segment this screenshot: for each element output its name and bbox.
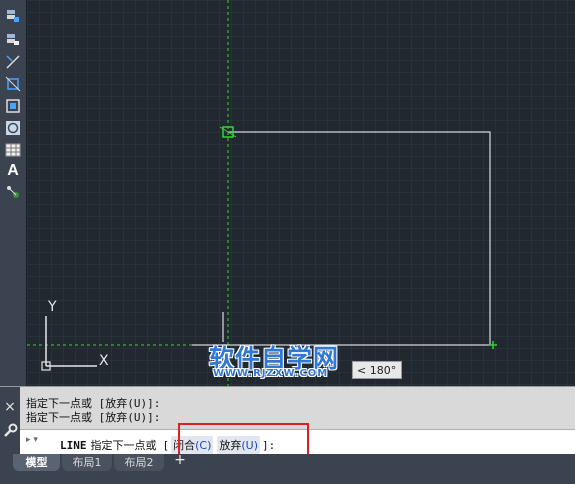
text-icon[interactable]: A [3,161,23,180]
drawing-area: Y X [27,0,497,386]
zoom-extents-icon[interactable] [3,74,23,93]
command-history: 指定下一点或 [放弃(U)]: 指定下一点或 [放弃(U)]: [26,397,160,425]
history-line: 指定下一点或 [放弃(U)]: [26,411,161,424]
tab-layout2[interactable]: 布局2 [114,454,164,471]
line-icon[interactable] [3,52,23,71]
ucs-icon: Y X [41,299,109,371]
zoom-window-icon[interactable] [3,96,23,115]
prompt-message: 指定下一点或 [90,439,157,452]
drawing-canvas[interactable]: Y X [27,0,575,386]
options-highlight-box [178,423,309,458]
drawn-line-path [227,131,491,346]
watermark-sub-text: WWW.RJZXW.COM [213,368,329,379]
history-line: 指定下一点或 [放弃(U)]: [26,397,161,410]
svg-text:X: X [99,353,109,369]
table-icon[interactable] [3,140,23,159]
layer-state-icon[interactable] [3,29,23,48]
watermark-logo: 软件自学网 WWW.RJZXW.COM [209,339,355,383]
dimension-icon[interactable] [3,182,23,201]
option-open-bracket: [ [162,438,170,452]
tab-model[interactable]: 模型 [13,454,60,471]
circle-icon[interactable] [3,118,23,137]
wrench-icon[interactable] [2,423,18,439]
tab-layout1[interactable]: 布局1 [62,454,112,471]
layer-properties-icon[interactable] [3,6,23,25]
command-name: LINE [60,438,87,452]
command-line-handle: × [0,387,20,455]
layout-tab-bar: 模型 布局1 布局2 + [0,453,575,484]
prompt-chevron-icon[interactable]: ▸ ▾ [26,435,38,445]
polar-angle-tooltip: < 180° [352,361,402,379]
add-layout-button[interactable]: + [172,453,188,469]
svg-text:Y: Y [47,299,57,315]
close-icon[interactable]: × [0,399,20,415]
left-toolbar: A [0,0,27,386]
